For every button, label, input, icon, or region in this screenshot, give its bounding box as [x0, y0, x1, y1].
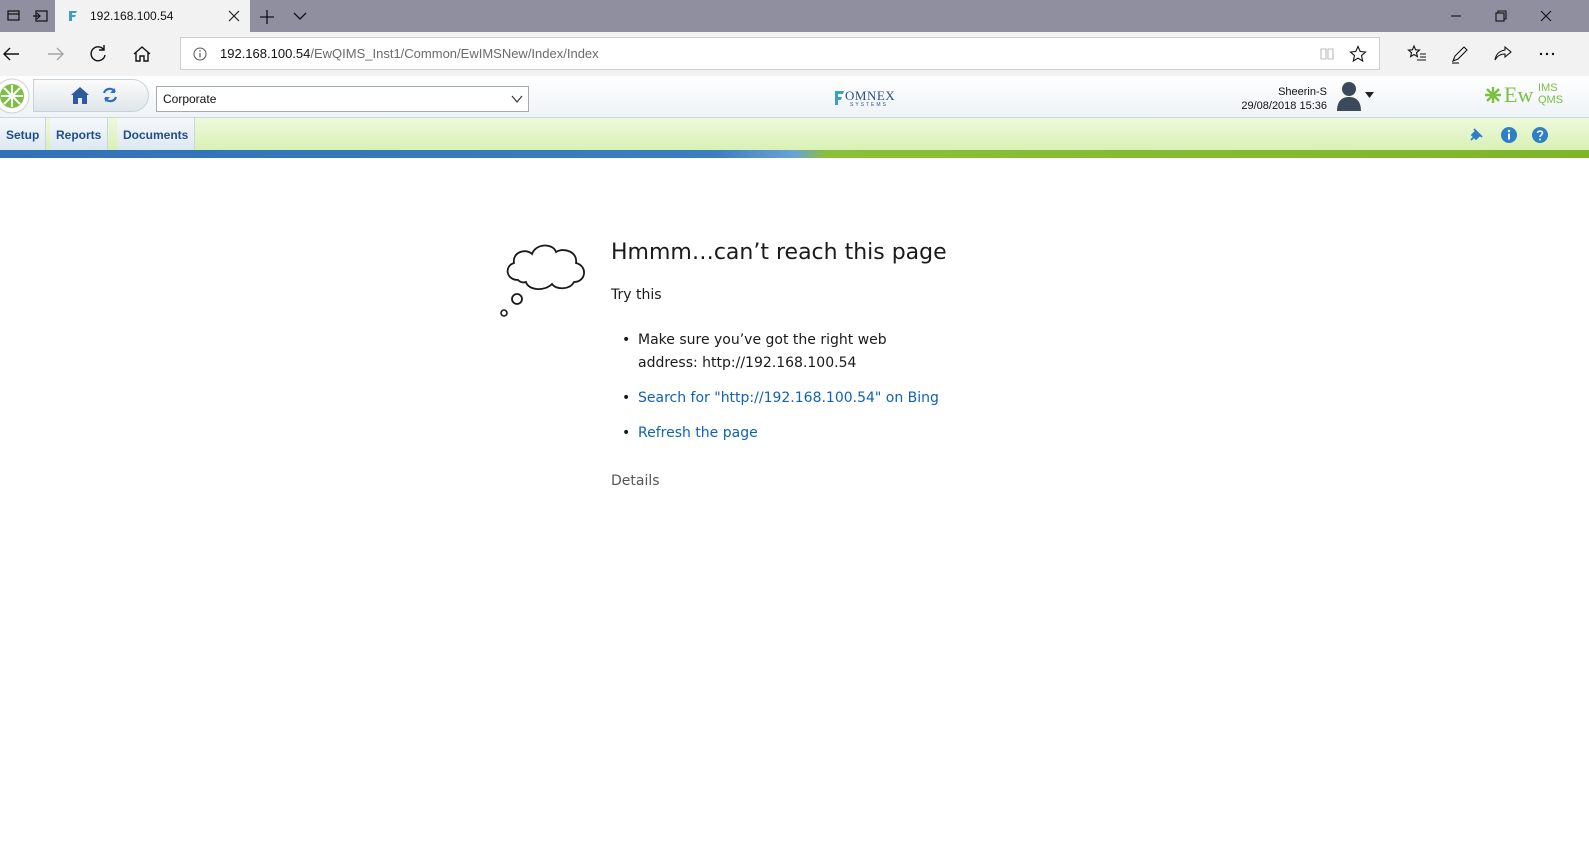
reload-icon[interactable] [86, 42, 110, 66]
organization-select[interactable]: Corporate [156, 86, 529, 112]
app-header: Corporate OMNEX SYSTEMS Sheerin-S 29/08/… [0, 76, 1589, 118]
menu-reports[interactable]: Reports [50, 118, 109, 152]
favorite-star-icon[interactable] [1349, 45, 1367, 63]
details-toggle[interactable]: Details [611, 473, 660, 489]
ewqims-favicon-icon [69, 11, 77, 21]
refresh-page-link[interactable]: Refresh the page [638, 425, 758, 441]
ew-asterisk-icon [1485, 87, 1501, 103]
more-options-icon[interactable] [1536, 43, 1558, 65]
url-host: 192.168.100.54 [220, 46, 311, 61]
menu-accent-strip [0, 150, 1589, 158]
user-name: Sheerin-S [1278, 86, 1327, 98]
bullet-icon: • [622, 425, 631, 441]
thought-cloud-icon [500, 244, 585, 317]
omnex-logo-subtext: SYSTEMS [850, 102, 888, 108]
close-window-button[interactable] [1523, 0, 1569, 32]
ew-logo-bottom: QMS [1538, 94, 1564, 106]
user-avatar-icon[interactable] [1336, 80, 1362, 112]
organization-select-value: Corporate [163, 92, 217, 106]
new-tab-icon[interactable] [258, 8, 276, 26]
app-menu-bar: Setup Reports Documents [0, 118, 1589, 152]
omnex-logo-icon [835, 91, 844, 105]
bullet-icon: • [622, 390, 631, 406]
pin-icon[interactable] [1467, 126, 1485, 144]
active-tab[interactable]: 192.168.100.54 [55, 0, 250, 32]
reading-view-icon[interactable] [1319, 46, 1335, 62]
home-icon[interactable] [130, 42, 154, 66]
help-icon[interactable] [1531, 126, 1549, 144]
restore-button[interactable] [1478, 0, 1524, 32]
menu-documents[interactable]: Documents [117, 118, 196, 152]
suggestion-list: • Make sure you’ve got the right web add… [622, 329, 942, 457]
bullet-icon: • [622, 332, 631, 348]
minimize-button[interactable] [1433, 0, 1479, 32]
web-note-pen-icon[interactable] [1449, 43, 1471, 65]
ew-logo-top: IMS [1538, 82, 1558, 94]
home-nav-pill [33, 79, 149, 112]
tab-title: 192.168.100.54 [90, 9, 174, 23]
suggestion-text: Make sure you’ve got the right web addre… [638, 332, 887, 371]
browser-tab-strip: 192.168.100.54 [0, 0, 1589, 32]
close-tab-icon[interactable] [226, 8, 242, 24]
ew-logo-text: Ew [1504, 82, 1534, 107]
chevron-down-icon[interactable] [292, 8, 308, 24]
forward-arrow-icon[interactable] [43, 42, 67, 66]
ewqims-logo-icon[interactable] [0, 78, 30, 114]
error-title: Hmmm…can’t reach this page [611, 240, 947, 265]
url-path: /EwQIMS_Inst1/Common/EwIMSNew/Index/Inde… [310, 46, 599, 61]
chevron-down-icon [511, 95, 523, 103]
list-item: • Refresh the page [622, 422, 942, 445]
error-subtitle: Try this [611, 287, 662, 303]
url-text[interactable]: 192.168.100.54/EwQIMS_Inst1/Common/EwIMS… [220, 46, 599, 61]
ewqims-brand-logo: Ew IMS QMS [1484, 82, 1584, 110]
list-item: • Search for "http://192.168.100.54" on … [622, 387, 942, 410]
favorites-hub-icon[interactable] [1406, 43, 1428, 65]
omnex-systems-logo: OMNEX SYSTEMS [832, 88, 904, 110]
address-bar[interactable]: 192.168.100.54/EwQIMS_Inst1/Common/EwIMS… [180, 37, 1380, 70]
user-datetime: 29/08/2018 15:36 [1241, 100, 1327, 112]
browser-navigation-bar: 192.168.100.54/EwQIMS_Inst1/Common/EwIMS… [0, 32, 1589, 76]
menu-setup[interactable]: Setup [0, 118, 47, 152]
share-icon[interactable] [1492, 43, 1514, 65]
home-icon[interactable] [69, 84, 91, 106]
search-bing-link[interactable]: Search for "http://192.168.100.54" on Bi… [638, 390, 939, 406]
tab-preview-icon[interactable] [0, 0, 27, 32]
list-item: • Make sure you’ve got the right web add… [622, 329, 942, 375]
back-arrow-icon[interactable] [0, 42, 24, 66]
user-menu-caret-icon[interactable] [1365, 92, 1374, 98]
set-tabs-aside-icon[interactable] [26, 0, 53, 32]
info-icon[interactable] [1500, 126, 1518, 144]
refresh-icon[interactable] [101, 86, 119, 104]
site-info-icon[interactable] [193, 47, 207, 61]
